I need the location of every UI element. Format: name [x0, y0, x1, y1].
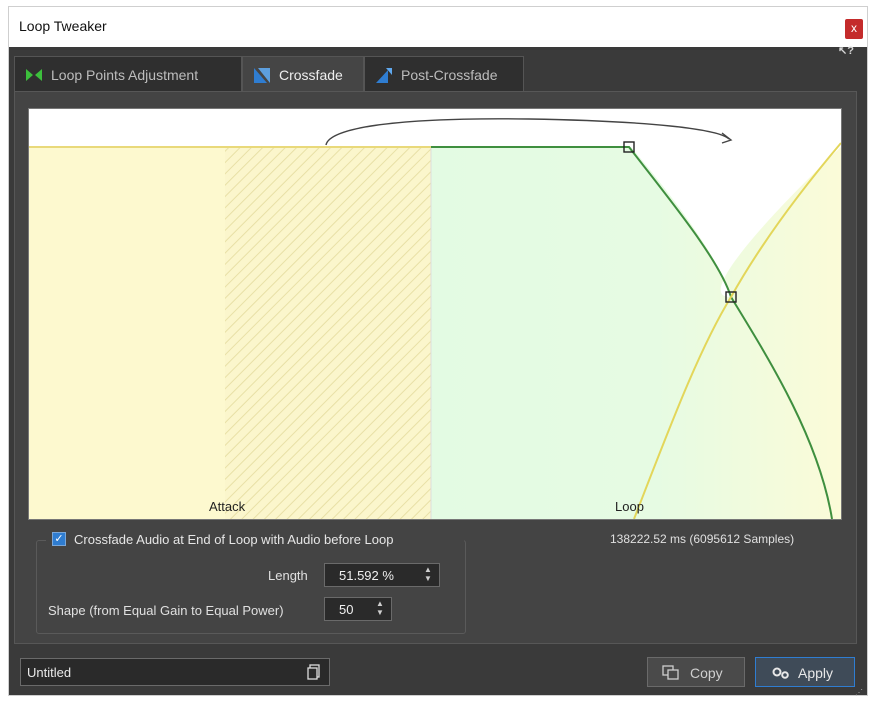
spin-arrows-icon[interactable]: ▲ ▼	[375, 599, 385, 619]
crossfade-graph-canvas	[29, 109, 841, 519]
crossfade-checkbox-label[interactable]: Crossfade Audio at End of Loop with Audi…	[74, 532, 393, 547]
crossfade-checkbox[interactable]: ✓	[52, 532, 66, 546]
attack-region	[29, 147, 225, 519]
tab-post-crossfade[interactable]: Post-Crossfade	[364, 56, 524, 92]
crossfade-duration: 138222.52 ms (6095612 Samples)	[610, 532, 795, 546]
window-title: Loop Tweaker	[19, 18, 107, 34]
length-label: Length	[268, 568, 308, 583]
copy-button[interactable]: Copy	[647, 657, 745, 687]
copy-icon	[662, 665, 679, 680]
loop-points-icon	[26, 69, 42, 81]
close-button[interactable]: x	[845, 19, 863, 39]
copy-label: Copy	[690, 665, 723, 681]
tab-label: Post-Crossfade	[401, 67, 498, 83]
apply-button[interactable]: Apply	[755, 657, 855, 687]
attack-label: Attack	[209, 499, 246, 514]
attack-hatched-region	[225, 147, 431, 519]
tab-label: Loop Points Adjustment	[51, 67, 199, 83]
preset-name-input[interactable]	[27, 663, 297, 681]
post-crossfade-icon	[376, 68, 392, 83]
length-spinbox[interactable]: 51.592 % ▲ ▼	[324, 563, 440, 587]
tab-loop-points-adjustment[interactable]: Loop Points Adjustment	[14, 56, 242, 92]
tab-label: Crossfade	[279, 67, 343, 83]
title-bar: Loop Tweaker x	[9, 7, 867, 47]
length-value[interactable]: 51.592 %	[339, 568, 394, 583]
preset-menu-icon[interactable]	[307, 664, 321, 680]
crossfade-checkbox-row[interactable]: ✓ Crossfade Audio at End of Loop with Au…	[46, 530, 464, 550]
crossfade-icon	[254, 68, 270, 83]
loop-label: Loop	[615, 499, 644, 514]
resize-grip-icon[interactable]: ⋰	[855, 688, 865, 698]
preset-name-field[interactable]	[20, 658, 330, 686]
shape-label: Shape (from Equal Gain to Equal Power)	[48, 603, 284, 618]
crossfade-settings-group	[36, 540, 466, 634]
shape-value[interactable]: 50	[339, 602, 353, 617]
help-icon[interactable]: ↖?	[838, 44, 856, 58]
spin-arrows-icon[interactable]: ▲ ▼	[423, 565, 433, 585]
shape-spinbox[interactable]: 50 ▲ ▼	[324, 597, 392, 621]
gears-icon	[772, 667, 789, 679]
tab-crossfade[interactable]: Crossfade	[242, 56, 364, 93]
apply-label: Apply	[798, 665, 834, 681]
crossfade-graph[interactable]: Attack Loop	[28, 108, 842, 520]
